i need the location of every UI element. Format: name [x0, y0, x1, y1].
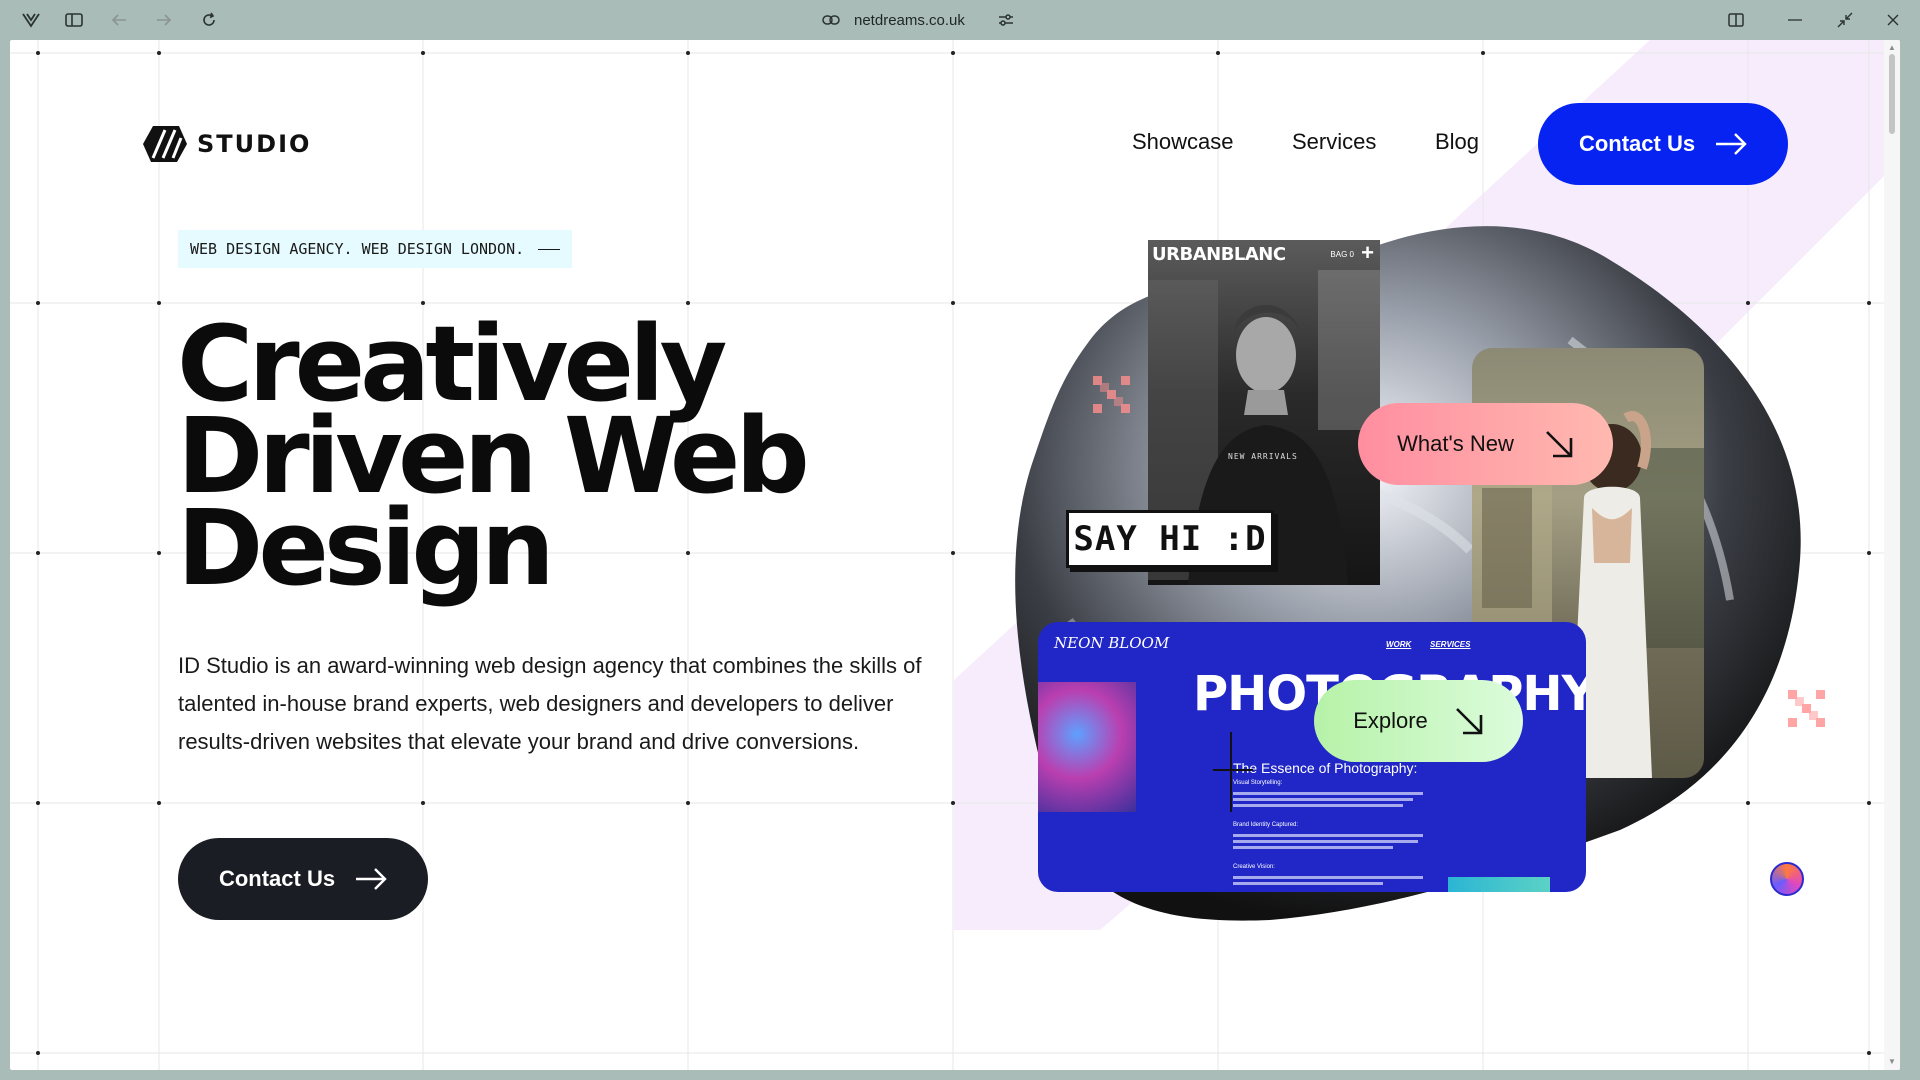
scroll-down-icon[interactable]: ▼ [1887, 1058, 1897, 1066]
whats-new-button[interactable]: What's New [1358, 403, 1613, 485]
pixel-sparkle-icon [1788, 690, 1825, 727]
bloom-body-text-lines [1213, 732, 1423, 885]
nav-services[interactable]: Services [1292, 129, 1376, 155]
pixel-sparkle-icon [1093, 376, 1130, 413]
close-icon[interactable] [1880, 8, 1906, 32]
arrow-down-right-icon [1455, 708, 1483, 735]
page-viewport: STUDIO Showcase Services Blog Contact Us… [10, 40, 1900, 1070]
hero-description: ID Studio is an award-winning web design… [178, 653, 922, 754]
say-hi-sticker[interactable]: SAY HI :D [1066, 510, 1274, 568]
scroll-up-icon[interactable]: ▲ [1887, 44, 1897, 52]
hero-headline: Creatively Driven Web Design [177, 312, 877, 600]
whats-new-label: What's New [1397, 431, 1514, 456]
link-icon [820, 9, 842, 31]
explore-label: Explore [1353, 708, 1428, 733]
url-text[interactable]: netdreams.co.uk [854, 12, 965, 29]
address-bar[interactable]: netdreams.co.uk [820, 8, 1040, 32]
split-view-icon[interactable] [1723, 8, 1749, 32]
arrow-right-icon [356, 868, 387, 890]
header-contact-button[interactable]: Contact Us [1538, 103, 1788, 185]
back-icon[interactable] [106, 8, 132, 32]
browser-toolbar: netdreams.co.uk [0, 0, 1920, 40]
forward-icon[interactable] [151, 8, 177, 32]
tune-icon[interactable] [995, 9, 1017, 31]
scrollbar-thumb[interactable] [1889, 54, 1895, 134]
gradient-ball-icon [1770, 862, 1804, 896]
nav-showcase[interactable]: Showcase [1132, 129, 1234, 155]
page-scrollbar[interactable]: ▲ ▼ [1884, 40, 1900, 1070]
arrow-right-icon [1716, 133, 1747, 155]
urbanblanc-caption: NEW ARRIVALS [1228, 452, 1298, 461]
logo-text: STUDIO [197, 130, 312, 158]
restore-icon[interactable] [1832, 8, 1858, 32]
tagline-dash [538, 248, 561, 250]
bloom-thumbnail-strip [1448, 877, 1550, 892]
hero-contact-button[interactable]: Contact Us [178, 838, 428, 920]
tagline-text: WEB DESIGN AGENCY. WEB DESIGN LONDON. [190, 240, 525, 258]
minimize-icon[interactable] [1782, 8, 1808, 32]
explore-button[interactable]: Explore [1314, 680, 1523, 762]
site-logo[interactable]: STUDIO [143, 124, 311, 164]
arrow-down-right-icon [1545, 431, 1573, 458]
reload-icon[interactable] [196, 8, 222, 32]
header-contact-label: Contact Us [1578, 131, 1696, 156]
hero-tagline: WEB DESIGN AGENCY. WEB DESIGN LONDON. [178, 230, 573, 268]
sidebar-toggle-icon[interactable] [61, 8, 87, 32]
neon-bloom-card[interactable]: NEON BLOOM WORK SERVICES PHOTOGRAPHY The… [1038, 622, 1586, 892]
studio-logo-icon [143, 126, 187, 162]
app-menu-icon[interactable] [18, 8, 44, 32]
nav-blog[interactable]: Blog [1435, 129, 1479, 155]
hero-contact-label: Contact Us [218, 866, 336, 891]
